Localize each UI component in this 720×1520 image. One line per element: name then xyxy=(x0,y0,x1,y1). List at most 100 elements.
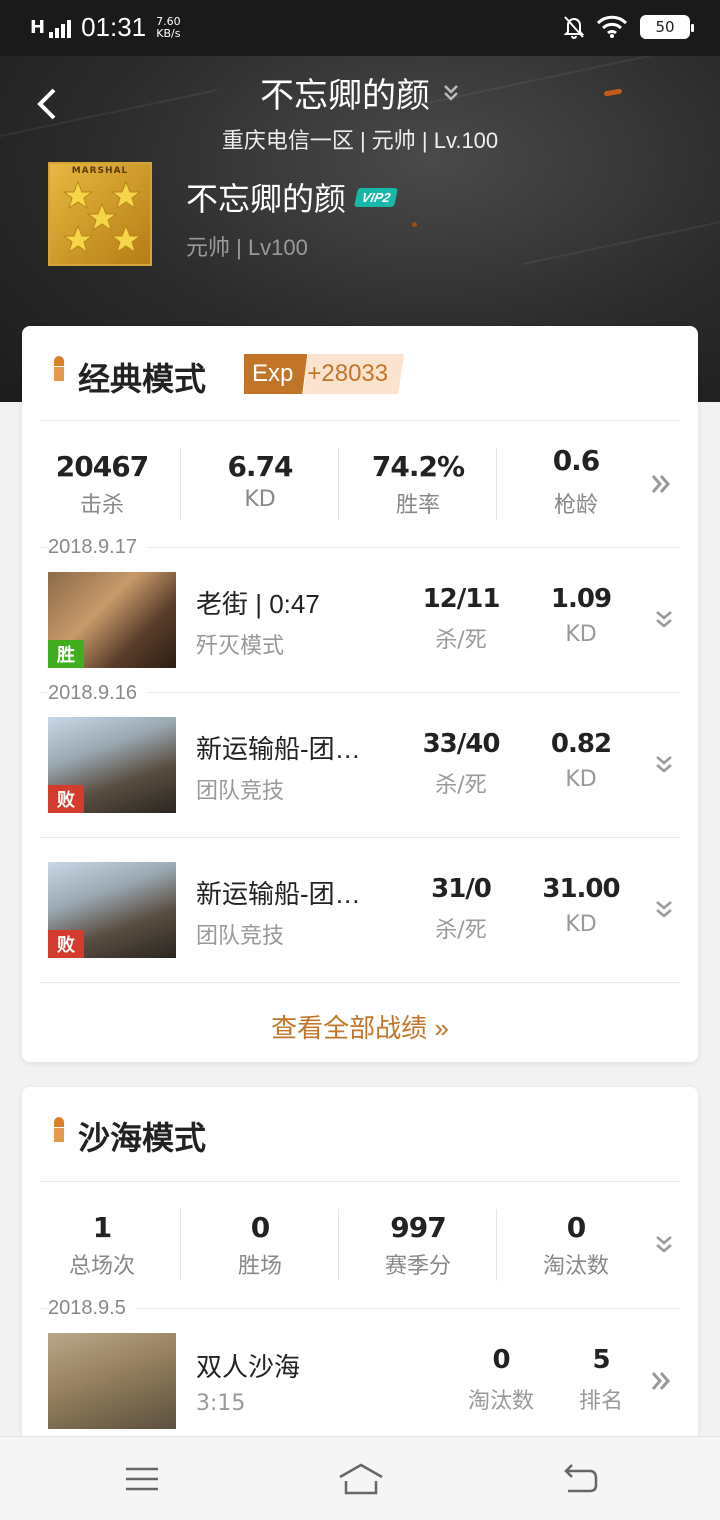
match-kills-deaths: 33/40 杀/死 xyxy=(406,729,516,799)
divider xyxy=(40,1308,680,1309)
match-eliminations: 0 淘汰数 xyxy=(446,1345,556,1415)
match-kills-deaths: 31/0 杀/死 xyxy=(406,874,516,944)
match-kd: 1.09 KD xyxy=(526,584,636,647)
map-thumbnail: 败 xyxy=(48,717,176,813)
double-chevron-down-icon[interactable] xyxy=(654,898,674,922)
stat-kills-label: 击杀 xyxy=(79,493,124,518)
stat-total-games-label: 总场次 xyxy=(68,1254,135,1279)
match-kd-label: KD xyxy=(565,767,597,792)
account-switcher[interactable]: 不忘卿的颜 xyxy=(260,68,460,117)
kills-deaths-label: 杀/死 xyxy=(435,628,487,653)
stat-eliminations-label: 淘汰数 xyxy=(542,1254,609,1279)
eliminations-label: 淘汰数 xyxy=(467,1389,534,1414)
exp-badge: Exp +28033 xyxy=(244,354,405,394)
status-bar: H 01:31 7.60 KB/s 50 xyxy=(0,0,720,56)
stat-gun-age: 0.6 枪龄 xyxy=(506,444,646,519)
vip-badge: VIP2 xyxy=(353,187,399,207)
network-type: H xyxy=(30,17,46,38)
match-map-name: 老街 | 0:47 xyxy=(196,589,320,619)
kills-deaths-label: 杀/死 xyxy=(435,918,487,943)
match-mode: 团队竞技 xyxy=(196,924,285,949)
kills-deaths-value: 12/11 xyxy=(422,584,501,614)
rank-value: 5 xyxy=(592,1345,610,1375)
stat-wins: 0 胜场 xyxy=(190,1211,330,1280)
kills-deaths-value: 33/40 xyxy=(422,729,501,759)
mute-bell-icon xyxy=(563,16,585,39)
stat-wins-label: 胜场 xyxy=(237,1254,282,1279)
wifi-icon xyxy=(596,15,628,38)
stat-kills-value: 20467 xyxy=(55,450,149,483)
stat-kd: 6.74 KD xyxy=(190,450,330,512)
classic-mode-title: 经典模式 xyxy=(78,361,207,397)
kills-deaths-value: 31/0 xyxy=(431,874,492,904)
double-chevron-right-icon[interactable] xyxy=(650,472,672,496)
map-thumbnail xyxy=(48,1333,176,1429)
separator xyxy=(180,448,181,520)
stat-winrate-label: 胜率 xyxy=(395,493,440,518)
divider xyxy=(40,982,680,983)
double-chevron-down-icon[interactable] xyxy=(654,1233,674,1257)
divider xyxy=(40,837,680,838)
match-map-name: 新运输船-团… xyxy=(196,879,361,909)
stat-kd-label: KD xyxy=(244,487,276,512)
match-mode-name: 双人沙海 xyxy=(196,1352,301,1382)
exp-label: Exp xyxy=(244,354,308,394)
double-chevron-right-icon[interactable] xyxy=(650,1369,672,1393)
stat-total-games-value: 1 xyxy=(92,1211,112,1244)
header-title-block: 不忘卿的颜 重庆电信一区 | 元帅 | Lv.100 xyxy=(0,68,720,155)
divider xyxy=(40,420,680,421)
match-kd-value: 0.82 xyxy=(550,729,612,759)
view-all-records-link[interactable]: 查看全部战绩 » xyxy=(22,1008,698,1045)
bullet-icon xyxy=(54,1117,64,1145)
stat-season-score-value: 997 xyxy=(390,1211,446,1244)
stat-wins-value: 0 xyxy=(250,1211,270,1244)
net-speed: 7.60 KB/s xyxy=(156,14,181,40)
stat-kd-value: 6.74 xyxy=(227,450,293,483)
eliminations-value: 0 xyxy=(492,1345,510,1375)
divider xyxy=(40,1181,680,1182)
result-badge: 败 xyxy=(48,930,84,958)
stat-gun-age-label: 枪龄 xyxy=(553,493,598,518)
match-kills-deaths: 12/11 杀/死 xyxy=(406,584,516,654)
star-cluster-icon xyxy=(62,180,142,254)
double-chevron-down-icon[interactable] xyxy=(654,608,674,632)
system-nav-bar xyxy=(0,1436,720,1520)
rank-label: 排名 xyxy=(578,1389,623,1414)
match-kd: 0.82 KD xyxy=(526,729,636,792)
stat-eliminations: 0 淘汰数 xyxy=(506,1211,646,1280)
server-info: 重庆电信一区 | 元帅 | Lv.100 xyxy=(221,128,499,153)
net-speed-unit: KB/s xyxy=(156,26,181,40)
match-date: 2018.9.17 xyxy=(48,536,147,559)
stat-total-games: 1 总场次 xyxy=(32,1211,172,1280)
map-thumbnail: 胜 xyxy=(48,572,176,668)
stat-kills: 20467 击杀 xyxy=(32,450,172,519)
match-kd-label: KD xyxy=(565,622,597,647)
player-name-row: 不忘卿的颜 VIP2 xyxy=(186,174,399,220)
match-date: 2018.9.16 xyxy=(48,682,147,705)
player-name: 不忘卿的颜 xyxy=(186,181,347,217)
separator xyxy=(496,448,497,520)
match-rank: 5 排名 xyxy=(546,1345,656,1415)
back-icon[interactable] xyxy=(560,1461,600,1497)
kills-deaths-label: 杀/死 xyxy=(435,773,487,798)
stat-season-score: 997 赛季分 xyxy=(348,1211,488,1280)
separator xyxy=(338,1209,339,1281)
map-thumbnail: 败 xyxy=(48,862,176,958)
separator xyxy=(496,1209,497,1281)
result-badge: 败 xyxy=(48,785,84,813)
double-chevron-down-icon[interactable] xyxy=(654,753,674,777)
match-kd-value: 31.00 xyxy=(542,874,620,904)
home-icon[interactable] xyxy=(336,1461,386,1497)
match-duration: 3:15 xyxy=(196,1391,246,1416)
result-badge: 胜 xyxy=(48,640,84,668)
match-mode: 团队竞技 xyxy=(196,779,285,804)
stat-winrate-value: 74.2% xyxy=(371,450,465,483)
match-kd-value: 1.09 xyxy=(550,584,612,614)
stat-eliminations-value: 0 xyxy=(566,1211,586,1244)
exp-value: +28033 xyxy=(303,354,405,394)
bullet-icon xyxy=(54,356,64,384)
menu-icon[interactable] xyxy=(122,1461,162,1497)
clock: 01:31 xyxy=(81,12,147,42)
player-rank: 元帅 | Lv100 xyxy=(186,235,308,260)
net-speed-value: 7.60 xyxy=(156,14,181,28)
